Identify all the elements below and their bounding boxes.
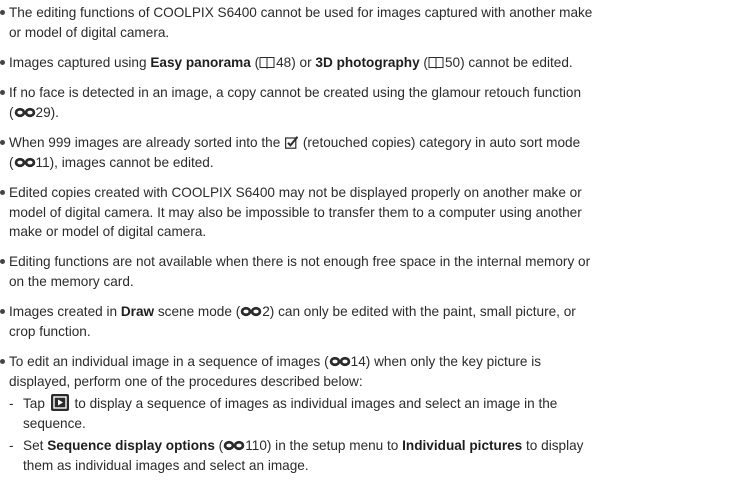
chain-link-reference-icon bbox=[329, 356, 351, 367]
sub-item-dash: - bbox=[9, 438, 14, 453]
book-reference-icon bbox=[259, 56, 275, 69]
page-reference-link[interactable]: 110 bbox=[223, 438, 267, 453]
retouch-checkmark-icon bbox=[285, 136, 298, 149]
note-item-other-camera-images: The editing functions of COOLPIX S6400 c… bbox=[0, 3, 742, 42]
bullet-dot bbox=[0, 60, 5, 65]
sub-item-dash: - bbox=[9, 396, 14, 411]
easy-panorama-term: Easy panorama bbox=[150, 55, 251, 70]
page-reference-link[interactable]: 48 bbox=[259, 55, 291, 70]
bullet-dot bbox=[0, 90, 5, 95]
note-text: Images created in Draw scene mode (2) ca… bbox=[9, 304, 576, 339]
chain-link-reference-icon bbox=[240, 306, 262, 317]
note-item-sequence-editing: To edit an individual image in a sequenc… bbox=[0, 352, 742, 391]
bullet-dot bbox=[0, 359, 5, 364]
sub-item-sequence-display-options: - Set Sequence display options (110) in … bbox=[9, 436, 744, 475]
bullet-dot bbox=[0, 259, 5, 264]
note-text: When 999 images are already sorted into … bbox=[9, 135, 581, 170]
sub-item-text: Set Sequence display options (110) in th… bbox=[23, 438, 584, 473]
chain-link-reference-icon bbox=[14, 157, 36, 168]
bullet-dot bbox=[0, 140, 5, 145]
sub-item-tap-playback: - Tap to display a sequence of images as… bbox=[9, 394, 744, 433]
page-reference-link[interactable]: 11 bbox=[14, 155, 50, 170]
bullet-dot bbox=[0, 10, 5, 15]
note-text: Images captured using Easy panorama (48)… bbox=[9, 55, 573, 70]
sequence-display-options-term: Sequence display options bbox=[47, 438, 215, 453]
chain-link-reference-icon bbox=[14, 107, 36, 118]
individual-pictures-term: Individual pictures bbox=[402, 438, 523, 453]
note-item-glamour-retouch: If no face is detected in an image, a co… bbox=[0, 83, 742, 122]
note-text: The editing functions of COOLPIX S6400 c… bbox=[9, 5, 593, 40]
playback-button-icon bbox=[51, 394, 69, 411]
note-text: If no face is detected in an image, a co… bbox=[9, 85, 582, 120]
page-reference-link[interactable]: 50 bbox=[428, 55, 460, 70]
bullet-dot bbox=[0, 309, 5, 314]
3d-photography-term: 3D photography bbox=[315, 55, 420, 70]
note-text: Editing functions are not available when… bbox=[9, 254, 591, 289]
page-reference-link[interactable]: 2 bbox=[240, 304, 270, 319]
note-text: Edited copies created with COOLPIX S6400… bbox=[9, 185, 582, 240]
note-item-free-space: Editing functions are not available when… bbox=[0, 252, 742, 291]
sub-item-text: Tap to display a sequence of images as i… bbox=[23, 394, 558, 431]
page-reference-link[interactable]: 14 bbox=[329, 354, 366, 369]
book-reference-icon bbox=[428, 56, 444, 69]
chain-link-reference-icon bbox=[223, 440, 245, 451]
note-text: To edit an individual image in a sequenc… bbox=[9, 354, 542, 389]
draw-term: Draw bbox=[120, 304, 155, 319]
note-item-auto-sort-limit: When 999 images are already sorted into … bbox=[0, 133, 742, 172]
bullet-dot bbox=[0, 190, 5, 195]
note-item-compatibility: Edited copies created with COOLPIX S6400… bbox=[0, 183, 742, 242]
page-reference-link[interactable]: 29 bbox=[14, 105, 51, 120]
note-item-panorama-3d: Images captured using Easy panorama (48)… bbox=[0, 53, 742, 73]
note-item-draw-mode: Images created in Draw scene mode (2) ca… bbox=[0, 302, 742, 341]
